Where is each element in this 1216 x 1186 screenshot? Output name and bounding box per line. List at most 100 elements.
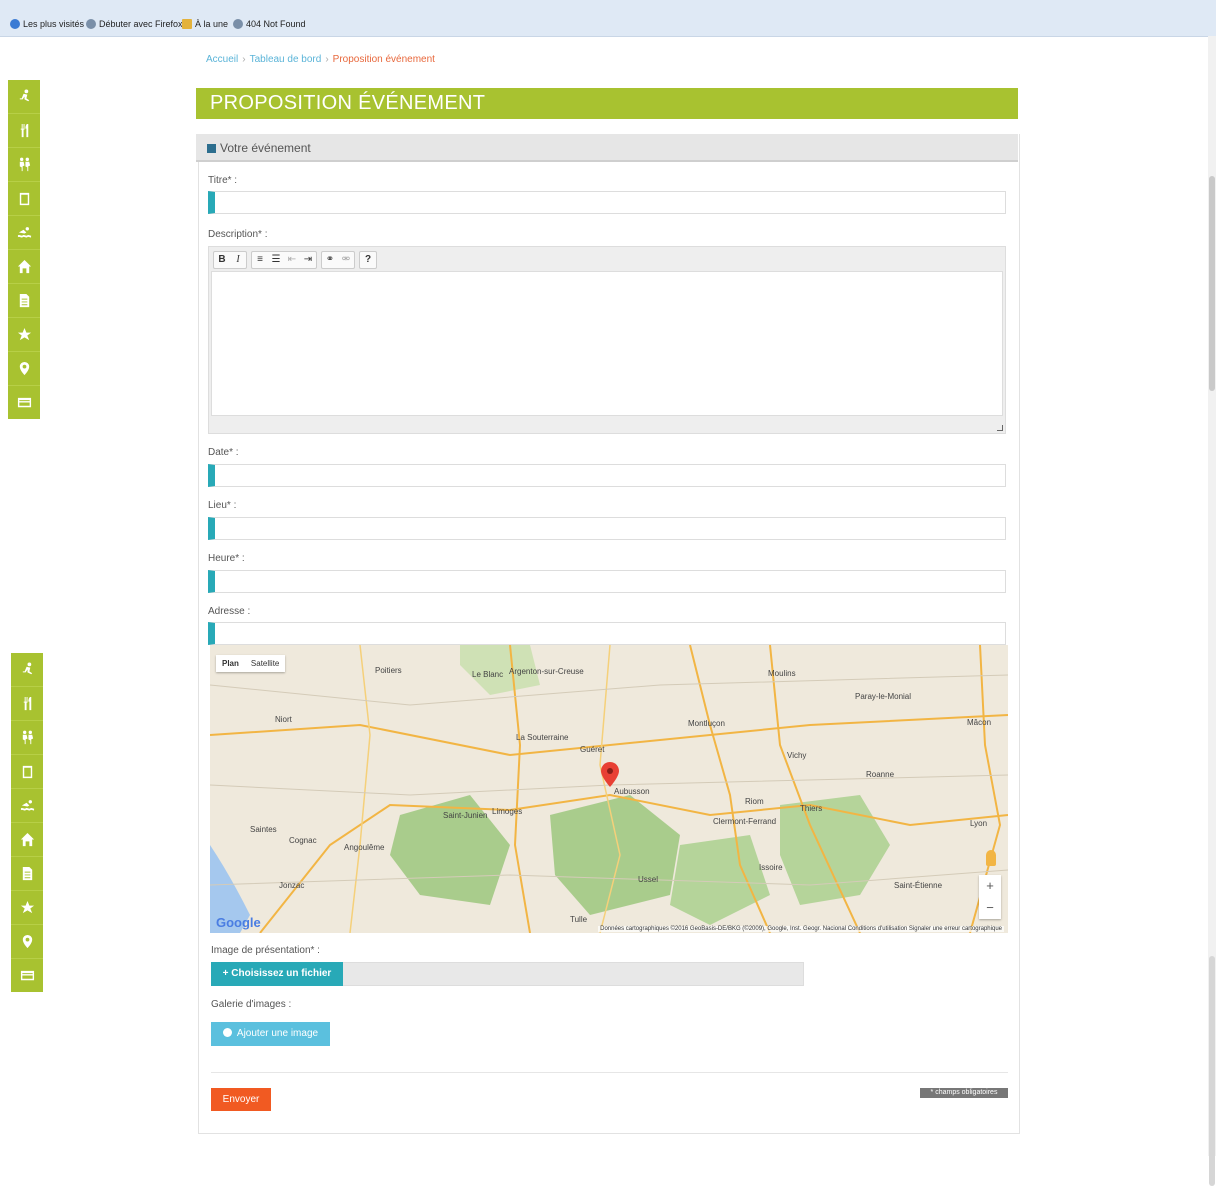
add-image-button[interactable]: Ajouter une image bbox=[211, 1022, 330, 1046]
required-fields-badge: * champs obligatoires bbox=[920, 1088, 1008, 1098]
home-icon[interactable] bbox=[11, 823, 43, 857]
italic-button[interactable]: I bbox=[230, 252, 246, 268]
outdent-icon[interactable]: ⇤ bbox=[284, 252, 300, 268]
card-icon[interactable] bbox=[11, 959, 43, 992]
help-button[interactable]: ? bbox=[360, 252, 376, 268]
bookmarks-bar: Les plus visités Débuter avec Firefox À … bbox=[0, 0, 1216, 37]
map-pin-icon[interactable] bbox=[8, 352, 40, 386]
restaurant-icon[interactable] bbox=[8, 114, 40, 148]
hiking-icon[interactable] bbox=[8, 148, 40, 182]
category-sidebar-duplicate bbox=[11, 653, 43, 992]
bookmark-getting-started[interactable]: Débuter avec Firefox bbox=[86, 19, 183, 29]
map-city-label: La Souterraine bbox=[516, 733, 569, 742]
zoom-out-button[interactable]: − bbox=[979, 897, 1001, 919]
map-city-label: Riom bbox=[745, 797, 764, 806]
swimming-icon[interactable] bbox=[11, 789, 43, 823]
map-city-label: Issoire bbox=[759, 863, 783, 872]
adresse-input[interactable] bbox=[208, 622, 1006, 645]
map-city-label: Argenton-sur-Creuse bbox=[509, 667, 584, 676]
swimming-icon[interactable] bbox=[8, 216, 40, 250]
map-city-label: Tulle bbox=[570, 915, 588, 924]
home-icon[interactable] bbox=[8, 250, 40, 284]
bookmark-label: Débuter avec Firefox bbox=[99, 19, 183, 29]
document-icon[interactable] bbox=[11, 857, 43, 891]
pegman-icon[interactable] bbox=[986, 850, 996, 866]
map-city-label: Montluçon bbox=[688, 719, 725, 728]
breadcrumb-home[interactable]: Accueil bbox=[206, 54, 238, 65]
calendar-icon[interactable] bbox=[8, 182, 40, 216]
star-icon[interactable] bbox=[11, 891, 43, 925]
zoom-in-button[interactable]: + bbox=[979, 875, 1001, 897]
unlink-icon[interactable]: ⚮ bbox=[338, 252, 354, 268]
globe-icon bbox=[86, 19, 96, 29]
date-input[interactable] bbox=[208, 464, 1006, 487]
ordered-list-icon[interactable]: ≡ bbox=[252, 252, 268, 268]
runner-icon[interactable] bbox=[8, 80, 40, 114]
map-city-label: Limoges bbox=[492, 807, 523, 816]
globe-icon bbox=[233, 19, 243, 29]
zoom-controls: + − bbox=[979, 875, 1001, 919]
map-city-label: Cognac bbox=[289, 836, 317, 845]
submit-button[interactable]: Envoyer bbox=[211, 1088, 271, 1111]
breadcrumb: Accueil › Tableau de bord › Proposition évén… bbox=[206, 54, 435, 65]
description-textarea[interactable] bbox=[211, 271, 1003, 416]
card-icon[interactable] bbox=[8, 386, 40, 419]
map-city-label: Niort bbox=[275, 715, 292, 724]
plus-circle-icon bbox=[222, 1028, 232, 1037]
category-sidebar bbox=[8, 80, 40, 419]
restaurant-icon[interactable] bbox=[11, 687, 43, 721]
map-city-label: Roanne bbox=[866, 770, 895, 779]
document-icon[interactable] bbox=[8, 284, 40, 318]
feed-icon bbox=[182, 19, 192, 29]
lieu-input[interactable] bbox=[208, 517, 1006, 540]
map-city-label: Mâcon bbox=[967, 718, 992, 727]
map-background bbox=[210, 645, 1008, 933]
map-city-label: Paray-le-Monial bbox=[855, 692, 912, 701]
panel-header-title: Votre événement bbox=[220, 141, 311, 155]
map-pin-icon[interactable] bbox=[11, 925, 43, 959]
map-city-label: Jonzac bbox=[279, 881, 305, 890]
title-label: Titre* : bbox=[208, 175, 238, 186]
date-label: Date* : bbox=[208, 447, 239, 458]
link-icon[interactable]: ⚭ bbox=[322, 252, 338, 268]
unordered-list-icon[interactable]: ☰ bbox=[268, 252, 284, 268]
gallery-label: Galerie d'images : bbox=[211, 999, 292, 1010]
bookmark-label: Les plus visités bbox=[23, 19, 85, 29]
map-tab-satellite[interactable]: Satellite bbox=[245, 655, 285, 672]
breadcrumb-separator: › bbox=[242, 54, 246, 65]
heure-input[interactable] bbox=[208, 570, 1006, 593]
panel-header: Votre événement bbox=[196, 134, 1018, 162]
scroll-thumb[interactable] bbox=[1209, 956, 1215, 1186]
resize-handle-icon[interactable] bbox=[997, 425, 1003, 431]
location-map[interactable]: Plan Satellite Poitiers Niort Montluçon … bbox=[210, 645, 1008, 933]
breadcrumb-dashboard[interactable]: Tableau de bord bbox=[250, 54, 322, 65]
description-label: Description* : bbox=[208, 229, 268, 240]
runner-icon[interactable] bbox=[11, 653, 43, 687]
form-divider bbox=[211, 1072, 1008, 1073]
map-city-label: Clermont-Ferrand bbox=[713, 817, 777, 826]
bookmark-icon bbox=[10, 19, 20, 29]
map-tab-plan[interactable]: Plan bbox=[216, 655, 245, 672]
star-icon[interactable] bbox=[8, 318, 40, 352]
bold-button[interactable]: B bbox=[214, 252, 230, 268]
bookmark-news[interactable]: À la une bbox=[182, 19, 228, 29]
map-city-label: Saintes bbox=[250, 825, 277, 834]
page-scrollbar[interactable] bbox=[1208, 36, 1216, 1186]
map-city-label: Le Blanc bbox=[472, 670, 504, 679]
title-input[interactable] bbox=[208, 191, 1006, 214]
adresse-label: Adresse : bbox=[208, 606, 251, 617]
choose-file-button[interactable]: + Choisissez un fichier bbox=[211, 962, 343, 986]
map-city-label: Saint-Junien bbox=[443, 811, 488, 820]
map-city-label: Saint-Étienne bbox=[894, 881, 943, 890]
hiking-icon[interactable] bbox=[11, 721, 43, 755]
map-attribution[interactable]: Données cartographiques ©2016 GeoBasis-D… bbox=[598, 926, 1004, 932]
bookmark-404[interactable]: 404 Not Found bbox=[233, 19, 306, 29]
bookmark-most-visited[interactable]: Les plus visités bbox=[10, 19, 84, 29]
map-city-label: Thiers bbox=[800, 804, 823, 813]
scroll-thumb[interactable] bbox=[1209, 176, 1215, 391]
calendar-icon[interactable] bbox=[11, 755, 43, 789]
map-city-label: Guéret bbox=[580, 745, 605, 754]
map-city-label: Angoulême bbox=[344, 843, 385, 852]
map-city-label: Lyon bbox=[970, 819, 988, 828]
indent-icon[interactable]: ⇥ bbox=[300, 252, 316, 268]
